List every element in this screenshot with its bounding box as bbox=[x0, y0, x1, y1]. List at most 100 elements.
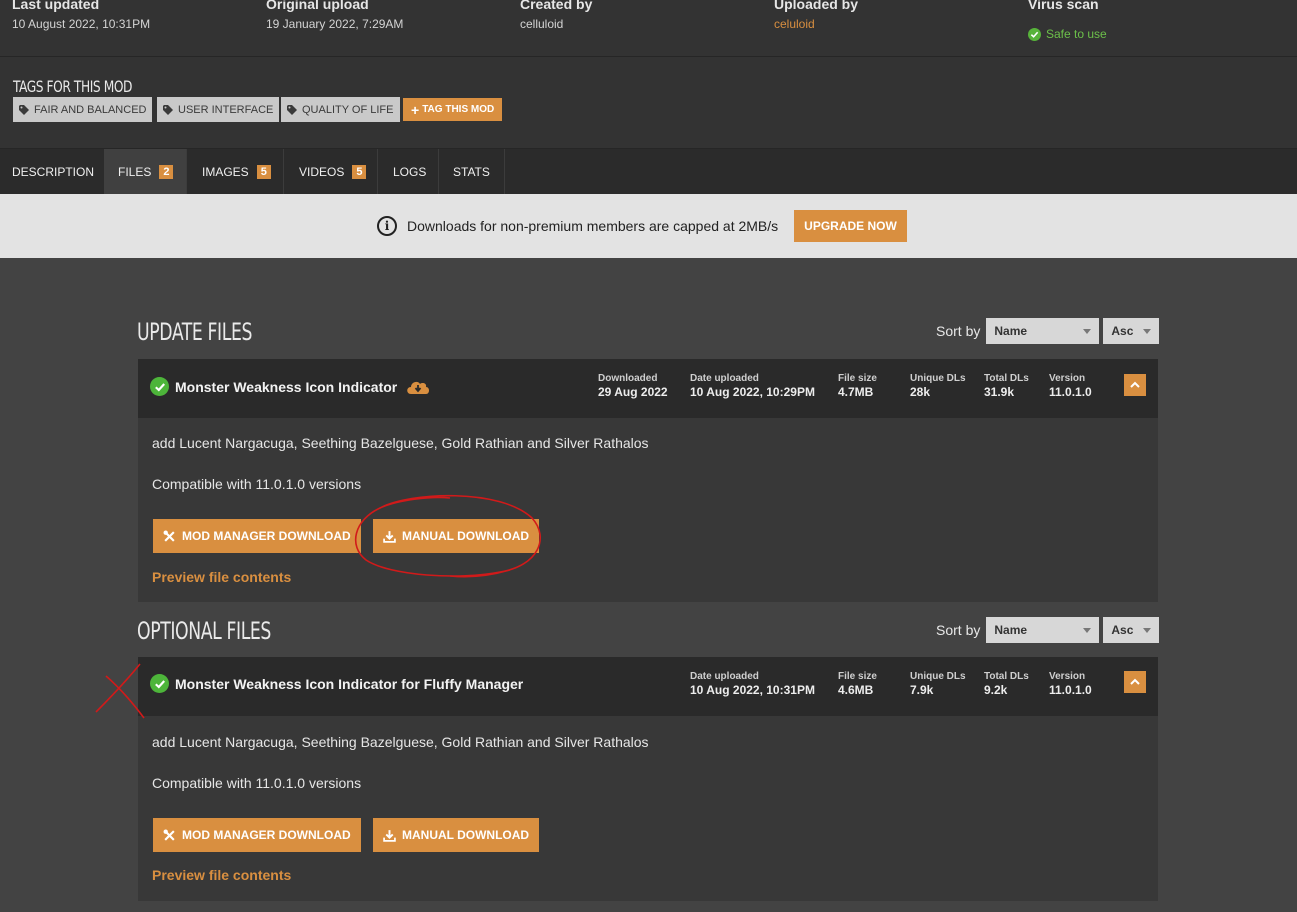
meta-created-by: Created by celluloid bbox=[520, 0, 592, 31]
info-icon: i bbox=[377, 216, 397, 236]
upgrade-now-button[interactable]: UPGRADE NOW bbox=[794, 210, 907, 242]
stat-total-dls: Total DLs 9.2k bbox=[984, 671, 1029, 697]
mod-manager-download-button[interactable]: MOD MANAGER DOWNLOAD bbox=[153, 818, 361, 852]
meta-last-updated: Last updated 10 August 2022, 10:31PM bbox=[12, 0, 150, 31]
file-meta-bar: Last updated 10 August 2022, 10:31PM Ori… bbox=[0, 0, 1297, 57]
check-circle-icon bbox=[150, 377, 169, 396]
stat-label: File size bbox=[838, 373, 877, 384]
files-count-badge: 2 bbox=[159, 164, 174, 179]
button-label: MOD MANAGER DOWNLOAD bbox=[182, 529, 351, 543]
stat-label: Version bbox=[1049, 373, 1086, 384]
tab-label: FILES bbox=[118, 164, 152, 179]
manual-download-button[interactable]: MANUAL DOWNLOAD bbox=[373, 818, 540, 852]
tag-icon bbox=[19, 104, 29, 115]
stat-file-size: File size 4.7MB bbox=[838, 373, 877, 399]
tag-label: FAIR AND BALANCED bbox=[34, 103, 147, 116]
preview-file-contents-link[interactable]: Preview file contents bbox=[152, 569, 291, 585]
stat-unique-dls: Unique DLs 7.9k bbox=[910, 671, 966, 697]
tag-icon bbox=[287, 104, 297, 115]
stat-value: 4.6MB bbox=[838, 683, 874, 697]
stat-unique-dls: Unique DLs 28k bbox=[910, 373, 966, 399]
downloaded-cloud-icon bbox=[407, 381, 430, 394]
tag-this-mod-label: TAG THIS MOD bbox=[422, 104, 495, 115]
collapse-button[interactable] bbox=[1124, 374, 1146, 396]
stat-total-dls: Total DLs 31.9k bbox=[984, 373, 1029, 399]
tag-this-mod-button[interactable]: + TAG THIS MOD bbox=[403, 98, 503, 121]
button-label: MANUAL DOWNLOAD bbox=[402, 529, 530, 543]
tag-user-interface[interactable]: USER INTERFACE bbox=[157, 97, 280, 122]
uploader-link[interactable]: celuloid bbox=[774, 17, 858, 31]
sort-label: Sort by bbox=[936, 323, 981, 339]
meta-virus-scan: Virus scan Safe to use bbox=[1028, 0, 1107, 41]
meta-value: celluloid bbox=[520, 17, 564, 31]
download-cap-banner: i Downloads for non-premium members are … bbox=[0, 194, 1297, 258]
file-header[interactable]: Monster Weakness Icon Indicator for Fluf… bbox=[138, 657, 1158, 716]
tab-logs[interactable]: LOGS bbox=[378, 149, 439, 194]
stat-value: 4.7MB bbox=[838, 385, 874, 399]
virus-scan-text: Safe to use bbox=[1046, 27, 1107, 41]
meta-label: Uploaded by bbox=[774, 0, 859, 12]
stat-value: 11.0.1.0 bbox=[1049, 385, 1092, 399]
check-circle-icon bbox=[150, 674, 169, 693]
section-title-optional-files: OPTIONAL FILES bbox=[137, 617, 272, 645]
sort-label: Sort by bbox=[936, 622, 981, 638]
file-title: Monster Weakness Icon Indicator bbox=[150, 377, 431, 396]
meta-original-upload: Original upload 19 January 2022, 7:29AM bbox=[266, 0, 403, 31]
tab-label: LOGS bbox=[393, 164, 427, 179]
tag-fair-and-balanced[interactable]: FAIR AND BALANCED bbox=[13, 97, 153, 122]
manual-download-button[interactable]: MANUAL DOWNLOAD bbox=[373, 519, 540, 553]
stat-date-uploaded: Date uploaded 10 Aug 2022, 10:31PM bbox=[690, 671, 815, 697]
sort-field-value: Name bbox=[994, 324, 1028, 338]
images-count-badge: 5 bbox=[256, 164, 271, 179]
download-icon bbox=[383, 829, 396, 842]
wrench-cross-icon bbox=[163, 829, 175, 841]
sort-field-select[interactable]: Name bbox=[986, 318, 1100, 344]
file-details: add Lucent Nargacuga, Seething Bazelgues… bbox=[138, 418, 1158, 602]
chevron-up-icon bbox=[1130, 381, 1140, 388]
stat-value: 29 Aug 2022 bbox=[598, 385, 668, 399]
stat-label: Unique DLs bbox=[910, 373, 966, 384]
stat-label: Date uploaded bbox=[690, 671, 759, 682]
stat-version: Version 11.0.1.0 bbox=[1049, 671, 1092, 697]
file-compatibility: Compatible with 11.0.1.0 versions bbox=[152, 775, 362, 791]
check-circle-icon bbox=[1028, 27, 1041, 41]
sort-order-select[interactable]: Asc bbox=[1103, 318, 1160, 344]
tag-icon bbox=[163, 104, 173, 115]
optional-files-sort: Sort by Name Asc bbox=[936, 617, 1160, 643]
preview-file-contents-link[interactable]: Preview file contents bbox=[152, 867, 291, 883]
caret-down-icon bbox=[1143, 627, 1152, 633]
meta-label: Last updated bbox=[12, 0, 100, 12]
mod-manager-download-button[interactable]: MOD MANAGER DOWNLOAD bbox=[153, 519, 361, 553]
stat-version: Version 11.0.1.0 bbox=[1049, 373, 1092, 399]
tab-images[interactable]: IMAGES 5 bbox=[187, 149, 284, 194]
tab-videos[interactable]: VIDEOS 5 bbox=[284, 149, 378, 194]
stat-value: 10 Aug 2022, 10:31PM bbox=[690, 683, 815, 697]
tab-files[interactable]: FILES 2 bbox=[104, 149, 187, 194]
file-name: Monster Weakness Icon Indicator for Fluf… bbox=[175, 675, 524, 692]
stat-value: 10 Aug 2022, 10:29PM bbox=[690, 385, 815, 399]
stat-value: 7.9k bbox=[910, 683, 934, 697]
stat-downloaded: Downloaded 29 Aug 2022 bbox=[598, 373, 668, 399]
file-header[interactable]: Monster Weakness Icon Indicator Download… bbox=[138, 359, 1158, 418]
stat-value: 9.2k bbox=[984, 683, 1008, 697]
tags-title: TAGS FOR THIS MOD bbox=[13, 77, 133, 96]
download-icon bbox=[383, 530, 396, 543]
tag-quality-of-life[interactable]: QUALITY OF LIFE bbox=[281, 97, 400, 122]
sort-order-value: Asc bbox=[1111, 324, 1134, 338]
sort-order-select[interactable]: Asc bbox=[1103, 617, 1160, 643]
stat-value: 11.0.1.0 bbox=[1049, 683, 1092, 697]
meta-label: Virus scan bbox=[1028, 0, 1099, 12]
tab-stats[interactable]: STATS bbox=[439, 149, 505, 194]
stat-value: 31.9k bbox=[984, 385, 1015, 399]
meta-value: 19 January 2022, 7:29AM bbox=[266, 17, 404, 31]
caret-down-icon bbox=[1083, 328, 1092, 334]
tab-label: STATS bbox=[453, 164, 490, 179]
sort-field-value: Name bbox=[994, 623, 1028, 637]
stat-label: Unique DLs bbox=[910, 671, 966, 682]
meta-label: Original upload bbox=[266, 0, 369, 12]
button-label: MANUAL DOWNLOAD bbox=[402, 828, 530, 842]
stat-label: Downloaded bbox=[598, 373, 658, 384]
tab-description[interactable]: DESCRIPTION bbox=[0, 149, 108, 194]
sort-field-select[interactable]: Name bbox=[986, 617, 1100, 643]
collapse-button[interactable] bbox=[1124, 671, 1146, 693]
